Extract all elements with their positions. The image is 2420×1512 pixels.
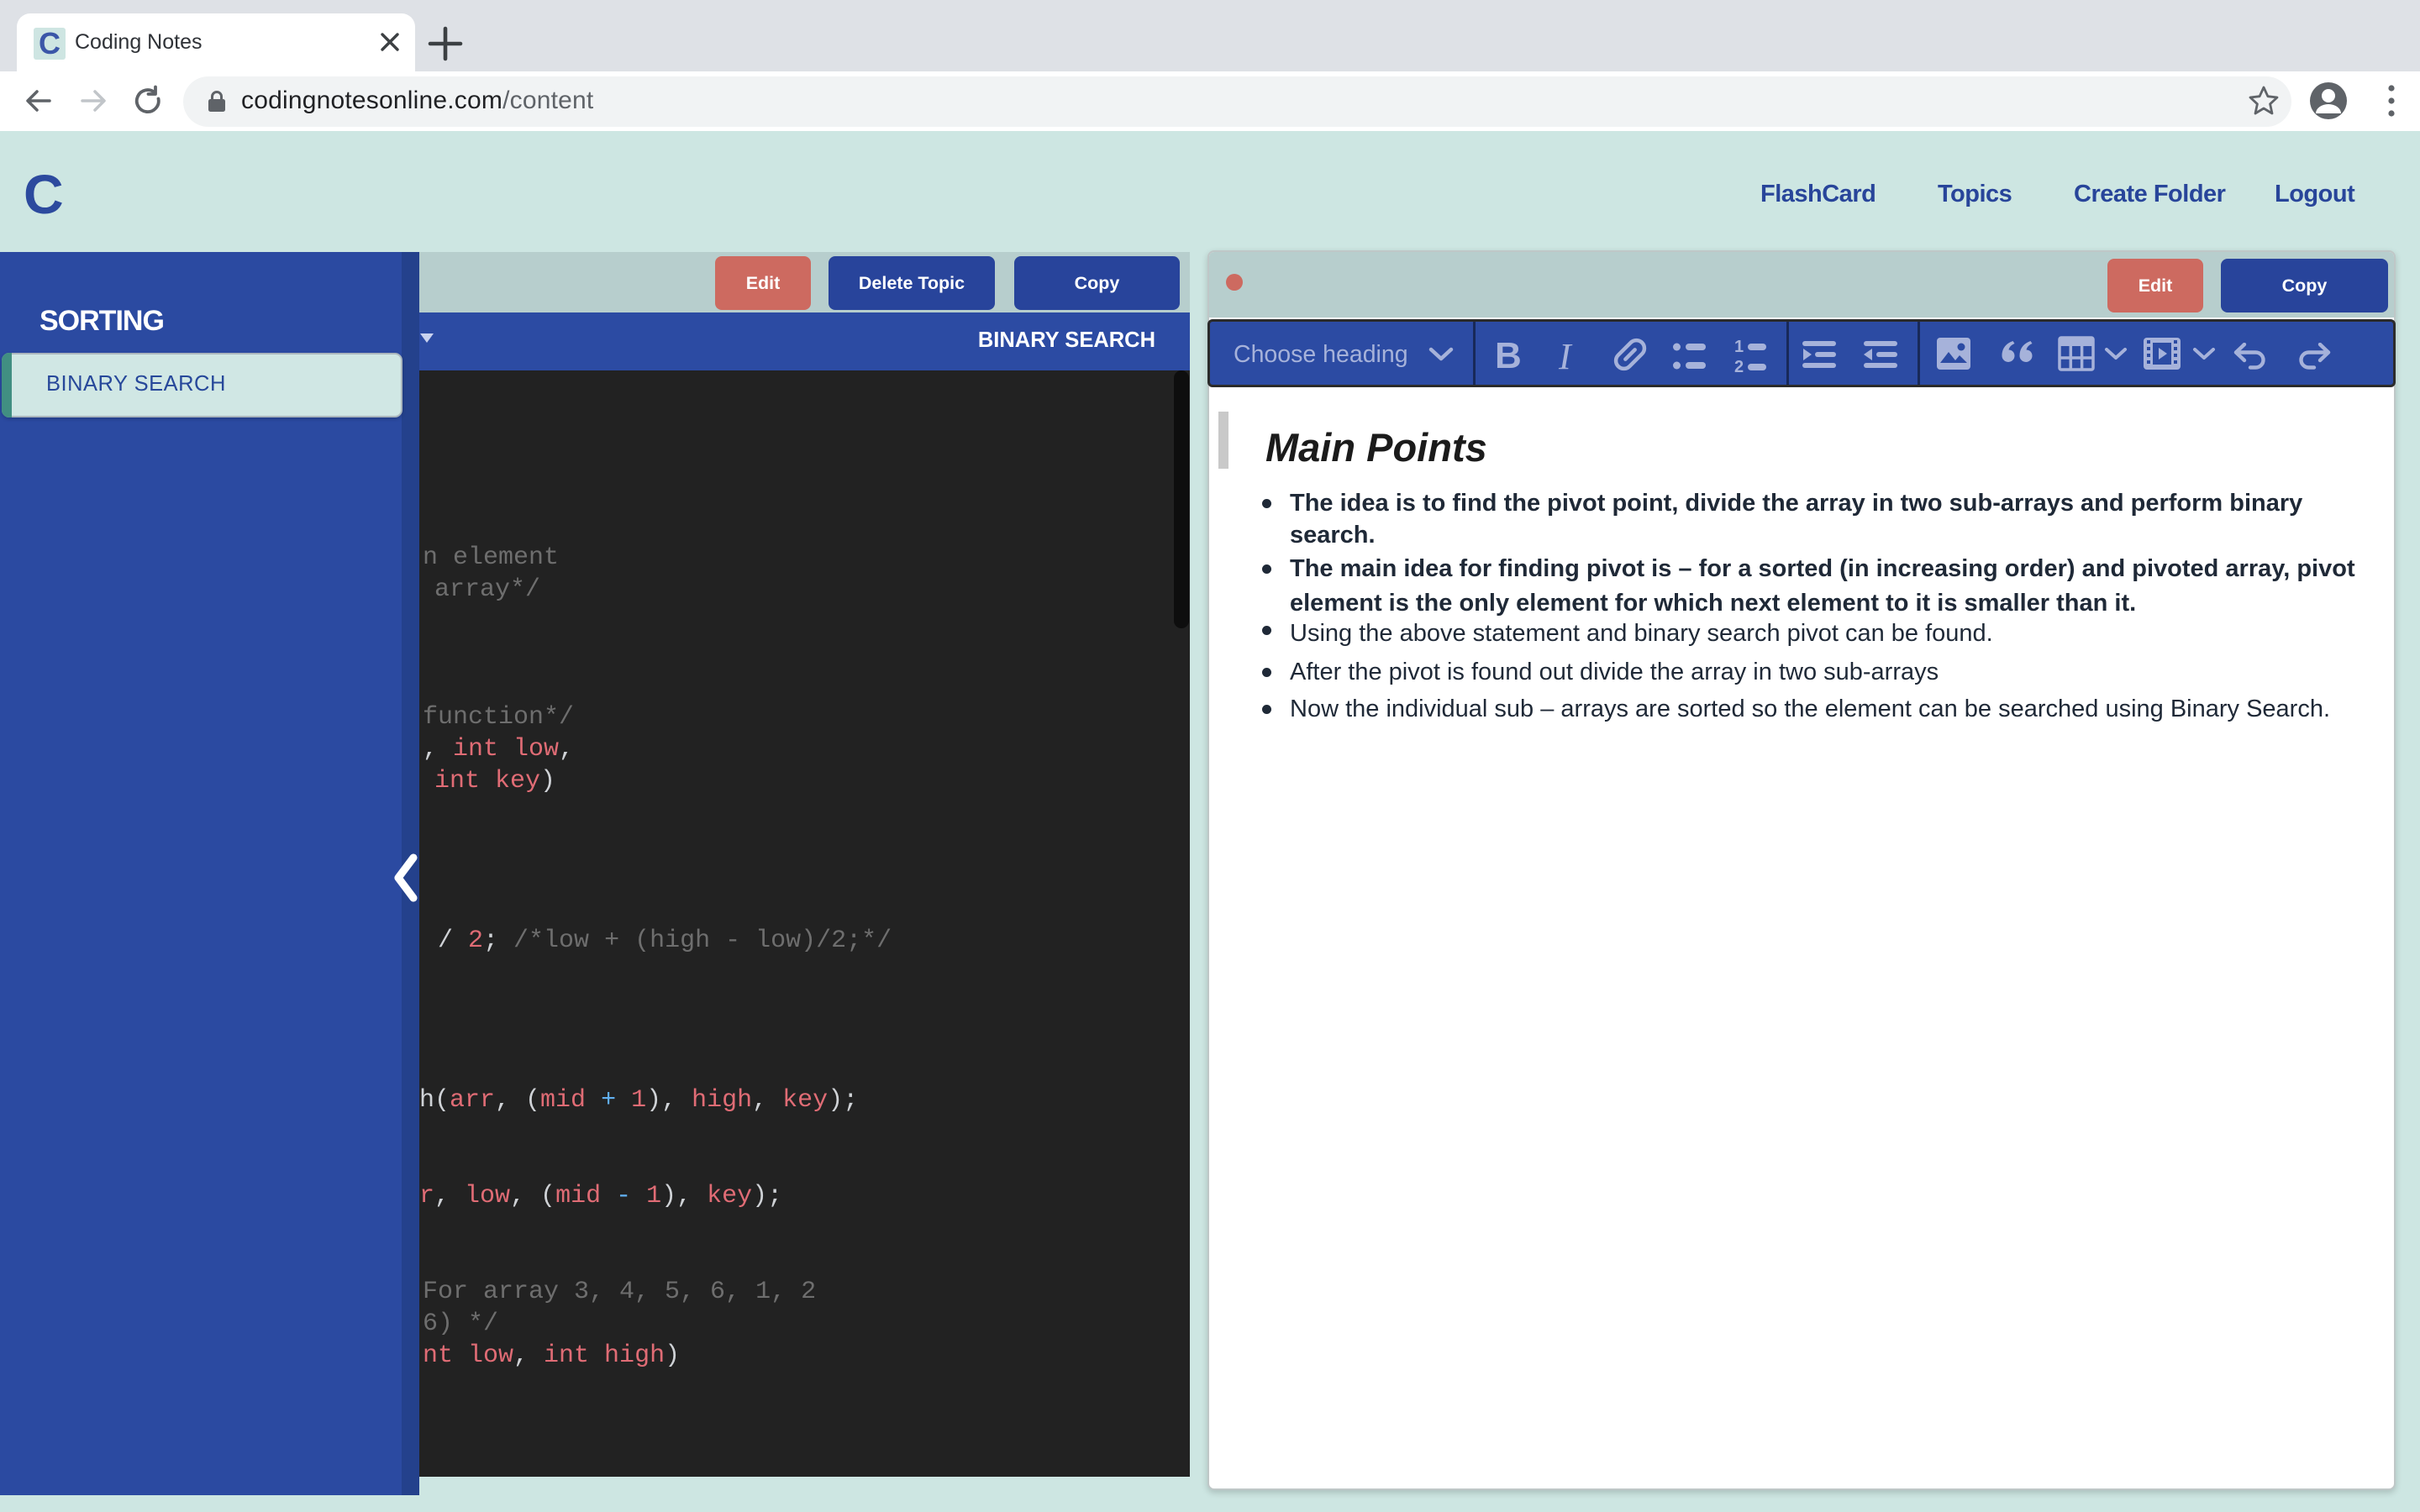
svg-text:2: 2 (1734, 358, 1744, 373)
svg-text:1: 1 (1734, 338, 1744, 356)
